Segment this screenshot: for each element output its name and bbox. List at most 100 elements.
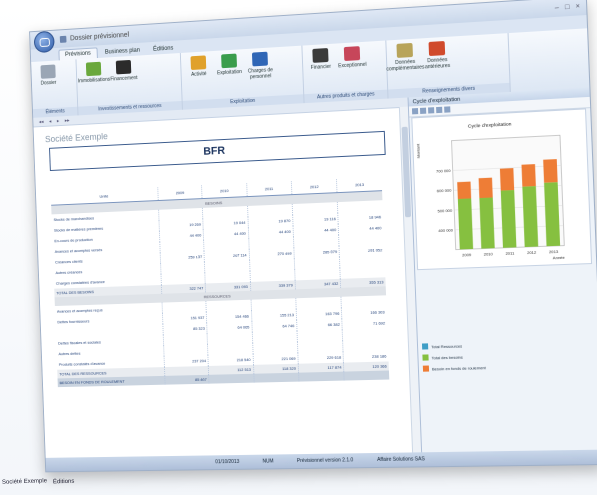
zoom-icon[interactable] xyxy=(444,106,451,113)
legend-item: Total des besoins xyxy=(422,353,485,361)
taskbar-item-societe[interactable]: Société Exemple xyxy=(2,478,47,485)
y-tick-label: 700 000 xyxy=(436,168,452,174)
chart-svg: Cycle d'exploitation Montant 400 000 500 00… xyxy=(415,121,573,261)
chart-legend: Total Ressources Total des besoins Besoin … xyxy=(421,342,486,377)
ribbon-group: Immobilisations Financement Investissement… xyxy=(76,52,183,116)
ribbon-button-icon xyxy=(251,51,268,67)
ribbon-button-icon xyxy=(115,59,132,75)
close-icon[interactable]: × xyxy=(576,3,581,10)
ribbon-button[interactable]: Exploitation xyxy=(214,53,244,76)
ribbon-button-label: Données antérieures xyxy=(424,56,451,71)
save-icon[interactable] xyxy=(436,106,443,114)
ribbon-button[interactable]: Activité xyxy=(184,55,213,78)
chart-xlabel: Année xyxy=(553,255,565,261)
maximize-icon[interactable]: □ xyxy=(565,3,570,10)
bar-segment xyxy=(543,159,558,183)
ribbon-button[interactable]: Dossier xyxy=(34,64,62,87)
ribbon-group: Données complémentaires Données antérieur… xyxy=(386,33,511,99)
last-page-icon[interactable]: ▸▸ xyxy=(65,117,70,123)
legend-label: Total des besoins xyxy=(431,354,463,360)
ribbon-button[interactable]: Données antérieures xyxy=(421,40,452,71)
window-controls: – □ × xyxy=(555,2,587,12)
bar-segment xyxy=(521,164,536,187)
chart-title: Cycle d'exploitation xyxy=(468,121,512,129)
bar-segment xyxy=(478,177,493,199)
table-cell xyxy=(253,372,299,383)
workspace: ◂◂ ◂ ▸ ▸▸ Société Exemple BFR Unité 2009 2… xyxy=(33,87,597,458)
bar-segment xyxy=(500,189,517,248)
first-page-icon[interactable]: ◂◂ xyxy=(39,119,44,125)
legend-label: Besoin en fonds de roulement xyxy=(431,364,486,371)
taskbar: Société Exemple Éditions xyxy=(0,459,597,495)
ribbon-button-label: Activité xyxy=(191,71,207,78)
ribbon-button[interactable]: Données complémentaires xyxy=(386,42,425,73)
bar-segment xyxy=(457,198,474,250)
x-tick-label: 2010 xyxy=(484,251,494,257)
ribbon-group-buttons: Financier Exceptionnel xyxy=(302,41,387,95)
row-label: BESOIN EN FONDS DE ROULEMENT xyxy=(57,375,166,388)
cycle-chart: Cycle d'exploitation Montant 400 000 500 00… xyxy=(411,108,593,271)
bar-segment xyxy=(544,182,561,247)
legend-label: Total Ressources xyxy=(431,342,463,349)
bar-segment xyxy=(522,186,539,248)
ribbon-button-label: Immobilisations xyxy=(77,76,111,85)
taskbar-item-editions[interactable]: Éditions xyxy=(53,479,75,486)
app-window: Dossier prévisionnel – □ × Prévisions Bu… xyxy=(29,0,597,473)
ribbon-button[interactable]: Charges de personnel xyxy=(245,51,275,80)
x-tick-label: 2012 xyxy=(527,250,536,256)
x-tick-label: 2009 xyxy=(462,252,471,257)
bfr-table: Unité 2009 2010 2011 2012 2013 BESOINS Stocks d… xyxy=(50,177,390,388)
bar-segment xyxy=(457,181,472,199)
chart-ylabel: Montant xyxy=(415,143,421,159)
bar-segment xyxy=(479,197,495,249)
x-tick-label: 2011 xyxy=(505,250,514,256)
ribbon-button-label: Financier xyxy=(310,63,332,71)
chart-type-icon[interactable] xyxy=(411,108,419,115)
ribbon-button-label: Charges de personnel xyxy=(247,67,274,81)
ribbon-button[interactable]: Exceptionnel xyxy=(337,46,368,70)
copy-icon[interactable] xyxy=(419,107,427,114)
y-tick-label: 500 000 xyxy=(437,207,453,213)
document-pane: ◂◂ ◂ ▸ ▸▸ Société Exemple BFR Unité 2009 2… xyxy=(33,97,423,458)
ribbon-button-icon xyxy=(190,55,207,71)
table-cell xyxy=(298,371,345,382)
minimize-icon[interactable]: – xyxy=(555,4,559,11)
ribbon-button-label: Exceptionnel xyxy=(338,61,367,70)
table-cell xyxy=(208,373,254,384)
next-page-icon[interactable]: ▸ xyxy=(57,118,60,124)
ribbon-group-buttons: Activité Exploitation Charges de personnel xyxy=(181,46,303,101)
screenshot-stage: Dossier prévisionnel – □ × Prévisions Bu… xyxy=(0,0,597,495)
ribbon-button-icon xyxy=(312,48,329,63)
y-tick-label: 600 000 xyxy=(437,188,453,194)
bar-segment xyxy=(499,168,515,191)
ribbon-button[interactable]: Financement xyxy=(109,59,138,83)
quick-access-icon[interactable] xyxy=(59,35,67,43)
legend-item: Total Ressources xyxy=(421,342,485,350)
ribbon-button-icon xyxy=(85,61,102,77)
cycle-panel: Cycle d'exploitation Cycle d'exploitatio… xyxy=(408,87,597,453)
ribbon-group: Dossier Éléments xyxy=(31,59,79,118)
ribbon-group-buttons: Immobilisations Financement xyxy=(76,53,181,107)
ribbon-button[interactable]: Immobilisations xyxy=(77,61,111,85)
print-icon[interactable] xyxy=(428,107,435,114)
ribbon-button-icon xyxy=(40,64,56,79)
legend-item: Besoin en fonds de roulement xyxy=(422,364,486,372)
legend-swatch xyxy=(421,343,429,350)
ribbon-button-icon xyxy=(221,53,238,69)
ribbon-button-icon xyxy=(396,42,413,58)
ribbon-button-label: Dossier xyxy=(40,79,57,87)
ribbon-group: Financier Exceptionnel Autres produits et … xyxy=(302,40,389,104)
prev-page-icon[interactable]: ◂ xyxy=(49,118,52,124)
ribbon-button-label: Données complémentaires xyxy=(386,58,425,73)
ribbon-button[interactable]: Financier xyxy=(305,48,335,72)
y-tick-label: 400 000 xyxy=(438,227,454,233)
ribbon-group-buttons: Données complémentaires Données antérieur… xyxy=(386,33,509,89)
ribbon-button-icon xyxy=(428,40,446,57)
x-tick-label: 2013 xyxy=(549,249,558,255)
ribbon-button-label: Financement xyxy=(110,75,138,83)
ribbon-group: Activité Exploitation Charges de personnel… xyxy=(180,45,305,110)
ribbon-button-icon xyxy=(343,46,361,62)
ribbon-button-label: Exploitation xyxy=(216,69,243,77)
table-cell: 85 467 xyxy=(164,374,210,385)
legend-swatch xyxy=(422,354,429,361)
